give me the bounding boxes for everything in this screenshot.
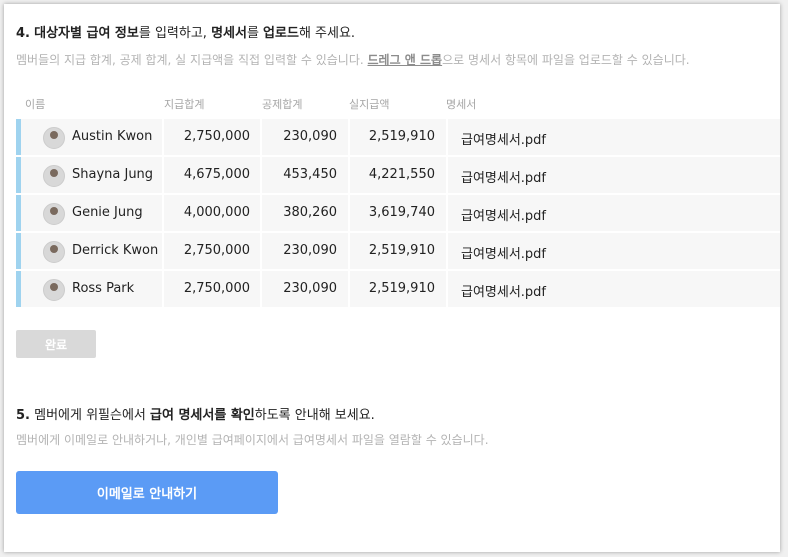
member-name: Derrick Kwon xyxy=(72,243,159,258)
member-name: Shayna Jung xyxy=(72,167,154,182)
avatar xyxy=(43,203,65,225)
name-cell: Derrick Kwon xyxy=(21,233,162,269)
cell-divider xyxy=(446,157,448,193)
cell-divider xyxy=(348,195,350,231)
header-statement: 명세서 xyxy=(446,98,477,111)
name-cell: Austin Kwon xyxy=(21,119,162,155)
table-row: Austin Kwon 2,750,000 230,090 2,519,910 … xyxy=(16,119,780,155)
net-pay-input[interactable]: 3,619,740 xyxy=(369,205,435,220)
net-pay-input[interactable]: 2,519,910 xyxy=(369,243,435,258)
deduction-total-input[interactable]: 230,090 xyxy=(283,281,337,296)
cell-divider xyxy=(260,119,262,155)
deduction-total-input[interactable]: 380,260 xyxy=(283,205,337,220)
name-cell: Ross Park xyxy=(21,271,162,307)
step4-title-emph1: 대상자별 급여 정보 xyxy=(34,26,139,41)
net-pay-input[interactable]: 2,519,910 xyxy=(369,129,435,144)
avatar xyxy=(43,279,65,301)
done-button[interactable]: 완료 xyxy=(16,330,96,358)
cell-divider xyxy=(162,119,164,155)
cell-divider xyxy=(162,157,164,193)
statement-file[interactable]: 급여명세서.pdf xyxy=(461,129,546,148)
header-pay-total: 지급합계 xyxy=(164,98,205,111)
drag-drop-link: 드레그 앤 드롭 xyxy=(367,53,443,67)
pay-total-input[interactable]: 4,675,000 xyxy=(184,167,250,182)
cell-divider xyxy=(348,233,350,269)
pay-total-input[interactable]: 2,750,000 xyxy=(184,129,250,144)
pay-total-input[interactable]: 2,750,000 xyxy=(184,243,250,258)
cell-divider xyxy=(446,119,448,155)
table-row: Shayna Jung 4,675,000 453,450 4,221,550 … xyxy=(16,157,780,193)
table-row: Derrick Kwon 2,750,000 230,090 2,519,910… xyxy=(16,233,780,269)
cell-divider xyxy=(260,195,262,231)
payroll-table: Austin Kwon 2,750,000 230,090 2,519,910 … xyxy=(16,119,780,309)
step5-title-emph: 급여 명세서를 확인 xyxy=(150,408,255,423)
table-row: Genie Jung 4,000,000 380,260 3,619,740 급… xyxy=(16,195,780,231)
step5-title: 5. 멤버에게 위필슨에서 급여 명세서를 확인하도록 안내해 보세요. xyxy=(16,404,375,423)
cell-divider xyxy=(162,233,164,269)
step4-title-text3: 해 주세요. xyxy=(298,26,356,41)
statement-file[interactable]: 급여명세서.pdf xyxy=(461,205,546,224)
payroll-card: 4. 대상자별 급여 정보를 입력하고, 명세서를 업로드해 주세요. 멤버들의… xyxy=(4,4,780,552)
cell-divider xyxy=(446,195,448,231)
step4-description: 멤버들의 지급 합계, 공제 합계, 실 지급액을 직접 입력할 수 있습니다.… xyxy=(16,51,690,68)
cell-divider xyxy=(162,271,164,307)
cell-divider xyxy=(348,271,350,307)
cell-divider xyxy=(260,157,262,193)
header-name: 이름 xyxy=(25,98,46,111)
step4-desc-text2: 으로 명세서 항목에 파일을 업로드할 수 있습니다. xyxy=(442,53,690,67)
cell-divider xyxy=(348,119,350,155)
cell-divider xyxy=(348,157,350,193)
statement-file[interactable]: 급여명세서.pdf xyxy=(461,167,546,186)
step4-number: 4. xyxy=(16,26,30,41)
step5-number: 5. xyxy=(16,408,30,423)
step4-title-emph2: 명세서 xyxy=(211,26,247,41)
pay-total-input[interactable]: 4,000,000 xyxy=(184,205,250,220)
statement-file[interactable]: 급여명세서.pdf xyxy=(461,281,546,300)
net-pay-input[interactable]: 4,221,550 xyxy=(369,167,435,182)
step4-title: 4. 대상자별 급여 정보를 입력하고, 명세서를 업로드해 주세요. xyxy=(16,22,355,41)
table-header: 이름 지급합계 공제합계 실지급액 명세서 xyxy=(4,96,780,116)
cell-divider xyxy=(446,233,448,269)
deduction-total-input[interactable]: 230,090 xyxy=(283,243,337,258)
header-net-pay: 실지급액 xyxy=(349,98,390,111)
name-cell: Shayna Jung xyxy=(21,157,162,193)
email-guide-button[interactable]: 이메일로 안내하기 xyxy=(16,471,278,514)
step5-description: 멤버에게 이메일로 안내하거나, 개인별 급여페이지에서 급여명세서 파일을 열… xyxy=(16,433,489,447)
step4-title-text1: 를 입력하고, xyxy=(138,26,212,41)
avatar xyxy=(43,165,65,187)
step4-title-text2: 를 xyxy=(246,26,264,41)
step5-title-text2: 하도록 안내해 보세요. xyxy=(254,408,375,423)
member-name: Austin Kwon xyxy=(72,129,153,144)
cell-divider xyxy=(260,233,262,269)
header-deduction-total: 공제합계 xyxy=(262,98,303,111)
step5-title-text1: 멤버에게 위필슨에서 xyxy=(29,408,151,423)
pay-total-input[interactable]: 2,750,000 xyxy=(184,281,250,296)
statement-file[interactable]: 급여명세서.pdf xyxy=(461,243,546,262)
deduction-total-input[interactable]: 230,090 xyxy=(283,129,337,144)
table-row: Ross Park 2,750,000 230,090 2,519,910 급여… xyxy=(16,271,780,307)
avatar xyxy=(43,127,65,149)
member-name: Ross Park xyxy=(72,281,135,296)
net-pay-input[interactable]: 2,519,910 xyxy=(369,281,435,296)
step4-desc-text1: 멤버들의 지급 합계, 공제 합계, 실 지급액을 직접 입력할 수 있습니다. xyxy=(16,53,368,67)
avatar xyxy=(43,241,65,263)
name-cell: Genie Jung xyxy=(21,195,162,231)
step4-title-emph3: 업로드 xyxy=(263,26,299,41)
member-name: Genie Jung xyxy=(72,205,143,220)
cell-divider xyxy=(446,271,448,307)
deduction-total-input[interactable]: 453,450 xyxy=(283,167,337,182)
cell-divider xyxy=(162,195,164,231)
cell-divider xyxy=(260,271,262,307)
